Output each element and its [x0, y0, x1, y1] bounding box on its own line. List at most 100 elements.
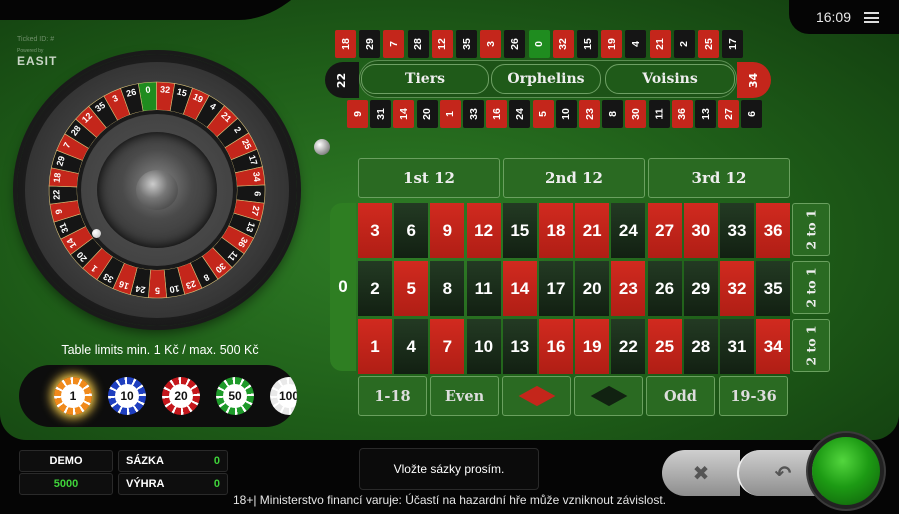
bet-number[interactable]: 9 — [430, 203, 465, 258]
bet-column-3[interactable]: 2 to 1 — [792, 319, 830, 372]
bet-number[interactable]: 17 — [539, 261, 573, 316]
racetrack-number[interactable]: 6 — [741, 100, 763, 128]
racetrack-number[interactable]: 1 — [439, 100, 461, 128]
bet-dozen-3[interactable]: 3rd 12 — [648, 158, 790, 198]
bet-number[interactable]: 29 — [683, 261, 718, 316]
bet-number[interactable]: 8 — [430, 261, 465, 316]
chip-50[interactable]: 50 — [216, 377, 254, 415]
racetrack-number[interactable]: 8 — [602, 100, 624, 128]
bet-number[interactable]: 33 — [720, 203, 754, 258]
bet-number[interactable]: 12 — [466, 203, 501, 258]
bet-number[interactable]: 2 — [358, 261, 392, 316]
racetrack-number[interactable]: 18 — [335, 30, 356, 58]
bet-number[interactable]: 13 — [502, 319, 537, 374]
racetrack-number[interactable]: 26 — [504, 30, 526, 58]
racetrack-number[interactable]: 15 — [577, 30, 598, 58]
racetrack-number[interactable]: 29 — [359, 30, 381, 58]
bet-number[interactable]: 25 — [647, 319, 682, 374]
racetrack-number[interactable]: 11 — [648, 100, 670, 128]
racetrack-number[interactable]: 12 — [431, 30, 453, 58]
bet-number[interactable]: 18 — [539, 203, 573, 258]
spin-button[interactable] — [812, 437, 880, 505]
racetrack-number[interactable]: 14 — [393, 100, 415, 128]
racetrack-number-label: 22 — [335, 72, 349, 88]
bet-column-1[interactable]: 2 to 1 — [792, 203, 830, 256]
bet-number[interactable]: 24 — [611, 203, 646, 258]
bet-number[interactable]: 32 — [720, 261, 754, 316]
racetrack-number[interactable]: 33 — [463, 100, 484, 128]
racetrack-number[interactable]: 23 — [579, 100, 600, 128]
racetrack-number[interactable]: 2 — [673, 30, 695, 58]
racetrack-number[interactable]: 36 — [671, 100, 693, 128]
racetrack-voisins[interactable]: Voisins — [605, 64, 735, 94]
racetrack-number[interactable]: 21 — [649, 30, 671, 58]
racetrack-number[interactable]: 35 — [456, 30, 477, 58]
chip-20[interactable]: 20 — [162, 377, 200, 415]
bet-number[interactable]: 30 — [683, 203, 718, 258]
bet-zero[interactable]: 0 — [330, 203, 356, 371]
racetrack-number[interactable]: 4 — [625, 30, 647, 58]
racetrack-number[interactable]: 25 — [698, 30, 719, 58]
bet-number[interactable]: 23 — [611, 261, 646, 316]
bet-number[interactable]: 31 — [720, 319, 754, 374]
clear-bets-button[interactable]: ✖ — [662, 450, 740, 496]
bet-number[interactable]: 3 — [358, 203, 392, 258]
bet-number[interactable]: 27 — [647, 203, 682, 258]
bet-number[interactable]: 11 — [466, 261, 501, 316]
bet-number[interactable]: 10 — [466, 319, 501, 374]
bet-column-2[interactable]: 2 to 1 — [792, 261, 830, 314]
racetrack-number[interactable]: 0 — [528, 30, 550, 58]
bet-dozen-1[interactable]: 1st 12 — [358, 158, 500, 198]
bet-black[interactable] — [574, 376, 643, 416]
bet-number[interactable]: 16 — [539, 319, 573, 374]
bet-number[interactable]: 7 — [430, 319, 465, 374]
racetrack-number[interactable]: 10 — [555, 100, 577, 128]
bet-number[interactable]: 35 — [756, 261, 791, 316]
racetrack-number[interactable]: 32 — [552, 30, 574, 58]
racetrack-number[interactable]: 20 — [416, 100, 438, 128]
racetrack-number-label: 14 — [397, 108, 410, 120]
racetrack-number[interactable]: 17 — [722, 30, 744, 58]
racetrack-number[interactable]: 7 — [383, 30, 405, 58]
menu-icon[interactable] — [864, 12, 879, 23]
racetrack-tiers[interactable]: Tiers — [361, 64, 489, 94]
racetrack-number[interactable]: 9 — [347, 100, 368, 128]
racetrack-number[interactable]: 30 — [625, 100, 647, 128]
racetrack-number[interactable]: 27 — [718, 100, 740, 128]
racetrack-number[interactable]: 31 — [370, 100, 392, 128]
bet-number[interactable]: 1 — [358, 319, 392, 374]
bet-number[interactable]: 22 — [611, 319, 646, 374]
bet-even[interactable]: Even — [430, 376, 499, 416]
bet-number[interactable]: 20 — [575, 261, 610, 316]
bet-19-36[interactable]: 19-36 — [719, 376, 788, 416]
bet-odd[interactable]: Odd — [646, 376, 715, 416]
bet-number[interactable]: 19 — [575, 319, 610, 374]
racetrack-number[interactable]: 19 — [601, 30, 623, 58]
chip-100[interactable]: 100 — [270, 377, 297, 415]
bet-number[interactable]: 28 — [683, 319, 718, 374]
bet-number[interactable]: 36 — [756, 203, 791, 258]
bet-number[interactable]: 15 — [502, 203, 537, 258]
bet-number[interactable]: 34 — [756, 319, 791, 374]
bet-number[interactable]: 4 — [394, 319, 429, 374]
racetrack-number[interactable]: 3 — [480, 30, 502, 58]
bet-number[interactable]: 26 — [647, 261, 682, 316]
racetrack-number[interactable]: 28 — [407, 30, 429, 58]
chip-10[interactable]: 10 — [108, 377, 146, 415]
racetrack-number[interactable]: 34 — [737, 62, 771, 98]
racetrack-number[interactable]: 13 — [695, 100, 716, 128]
racetrack-number[interactable]: 22 — [325, 62, 359, 98]
bet-red[interactable] — [502, 376, 571, 416]
bet-1-18[interactable]: 1-18 — [358, 376, 427, 416]
bet-number[interactable]: 14 — [502, 261, 537, 316]
bet-number[interactable]: 5 — [394, 261, 429, 316]
bet-number[interactable]: 21 — [575, 203, 610, 258]
chip-1[interactable]: 1 — [54, 377, 92, 415]
racetrack-orphelins[interactable]: Orphelins — [491, 64, 601, 94]
racetrack-number[interactable]: 5 — [532, 100, 554, 128]
bet-number[interactable]: 6 — [394, 203, 429, 258]
column-label: 2 to 1 — [803, 209, 819, 250]
bet-dozen-2[interactable]: 2nd 12 — [503, 158, 645, 198]
racetrack-number[interactable]: 16 — [486, 100, 508, 128]
racetrack-number[interactable]: 24 — [509, 100, 531, 128]
